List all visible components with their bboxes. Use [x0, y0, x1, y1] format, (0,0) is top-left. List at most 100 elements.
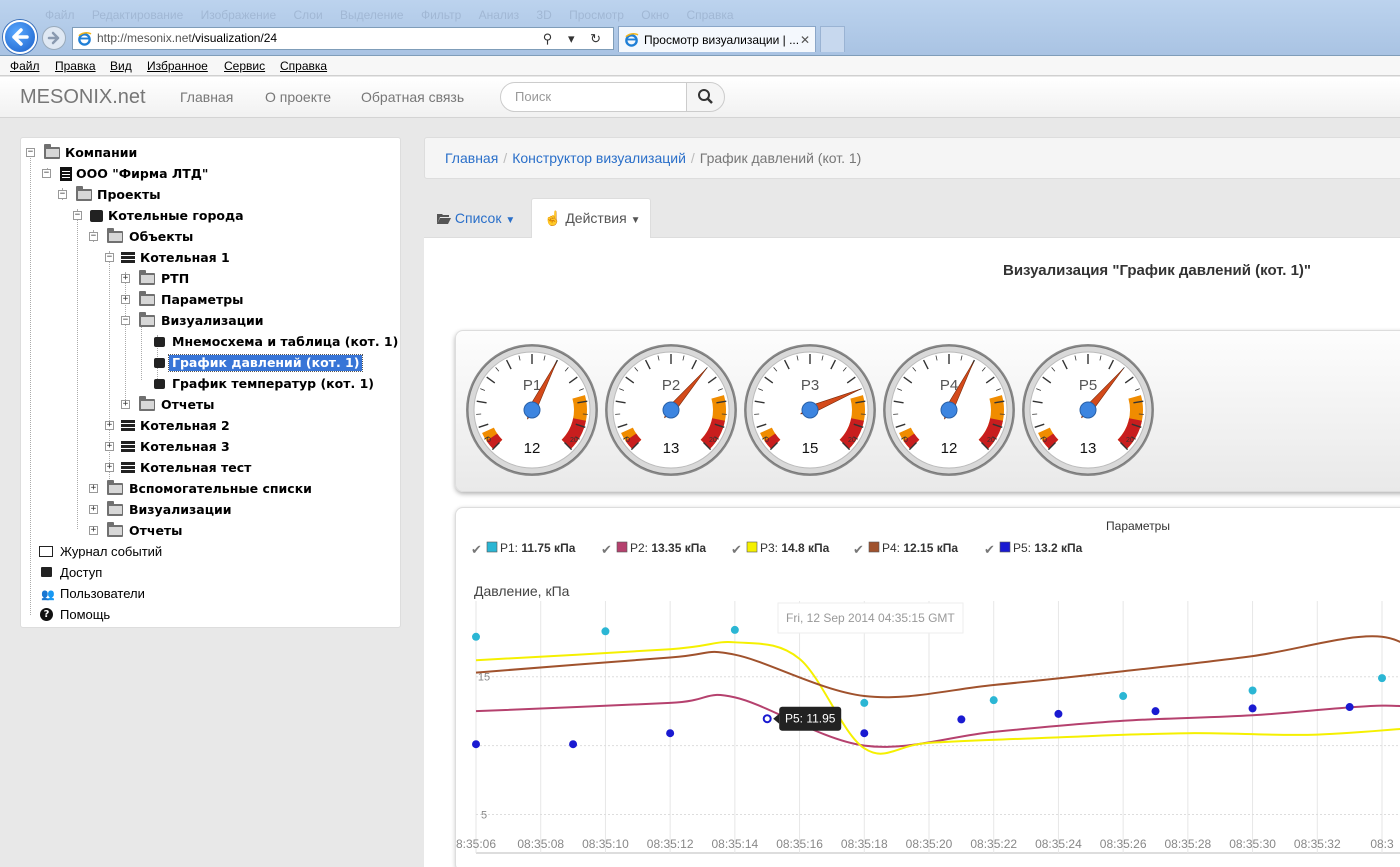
brand-logo[interactable]: MESONIX.net: [20, 86, 146, 109]
gauge-min-label: 0: [487, 437, 491, 444]
search-button[interactable]: [686, 82, 725, 112]
back-button[interactable]: [3, 20, 37, 54]
expand-toggle[interactable]: +: [89, 484, 98, 493]
tree-objects[interactable]: Объекты: [129, 229, 193, 245]
breadcrumb-separator: /: [690, 150, 695, 166]
tree-users[interactable]: Пользователи: [60, 586, 145, 602]
tree-vis-root[interactable]: Визуализации: [129, 502, 232, 518]
breadcrumb-home[interactable]: Главная: [445, 150, 498, 166]
address-bar[interactable]: http://mesonix.net/visualization/24 ⚲ ▾ …: [72, 27, 614, 50]
series-point-p1: [989, 696, 998, 705]
journal-icon: [39, 546, 53, 557]
tree-aux-lists[interactable]: Вспомогательные списки: [129, 481, 312, 497]
tree-root[interactable]: Компании: [65, 145, 137, 161]
collapse-toggle[interactable]: −: [26, 148, 35, 157]
legend-swatch: [616, 541, 628, 553]
nav-feedback[interactable]: Обратная связь: [361, 89, 464, 105]
tree-visualizations[interactable]: Визуализации: [161, 313, 264, 329]
legend-value: 12.15 кПа: [903, 541, 958, 555]
tree-boiler-1[interactable]: Котельная 1: [140, 250, 230, 266]
chart-icon: [154, 337, 165, 347]
expand-toggle[interactable]: +: [105, 463, 114, 472]
tree-vis-mnemo[interactable]: Мнемосхема и таблица (кот. 1): [172, 334, 398, 350]
tree-journal[interactable]: Журнал событий: [60, 544, 162, 560]
expand-toggle[interactable]: +: [105, 442, 114, 451]
dropdown-icon[interactable]: ▾: [568, 31, 581, 46]
legend-value: 13.35 кПа: [651, 541, 706, 555]
nav-home[interactable]: Главная: [180, 89, 233, 105]
tree-projects[interactable]: Проекты: [97, 187, 161, 203]
collapse-toggle[interactable]: −: [121, 316, 130, 325]
legend-item-p2[interactable]: ✔ P2: 13.35 кПа: [601, 541, 706, 558]
legend-label: P3: 14.8 кПа: [760, 541, 830, 555]
menu-edit[interactable]: Правка: [55, 59, 96, 73]
gauge-p2: 0 20 P2 13: [605, 344, 737, 476]
legend-swatch: [868, 541, 880, 553]
collapse-toggle[interactable]: −: [89, 232, 98, 241]
legend-item-p3[interactable]: ✔ P3: 14.8 кПа: [731, 541, 830, 558]
forward-button[interactable]: [42, 26, 66, 50]
tab-title: Просмотр визуализации | ...: [644, 33, 800, 47]
tree-help[interactable]: Помощь: [60, 607, 110, 623]
search-input[interactable]: Поиск: [500, 82, 687, 112]
folder-open-icon: [437, 214, 451, 224]
collapse-toggle[interactable]: −: [58, 190, 67, 199]
series-line-p2: [475, 694, 1400, 748]
menu-favorites[interactable]: Избранное: [147, 59, 208, 73]
gauge-min-label: 0: [765, 437, 769, 444]
checkmark-icon: ✔: [471, 543, 482, 558]
gauge-value: 13: [663, 440, 680, 457]
collapse-toggle[interactable]: −: [73, 211, 82, 220]
tab-list[interactable]: Список ▼: [424, 198, 530, 236]
expand-toggle[interactable]: +: [121, 400, 130, 409]
nav-about[interactable]: О проекте: [265, 89, 331, 105]
browser-tab[interactable]: Просмотр визуализации | ... ✕: [618, 26, 816, 52]
menu-tools[interactable]: Сервис: [224, 59, 265, 73]
expand-toggle[interactable]: +: [105, 421, 114, 430]
tree-vis-pressure[interactable]: График давлений (кот. 1): [167, 354, 364, 372]
gauge-value: 12: [524, 440, 541, 457]
legend-item-p1[interactable]: ✔ P1: 11.75 кПа: [471, 541, 576, 558]
tree-params[interactable]: Параметры: [161, 292, 243, 308]
tree-vis-temperature[interactable]: График температур (кот. 1): [172, 376, 374, 392]
legend-item-p4[interactable]: ✔ P4: 12.15 кПа: [853, 541, 958, 558]
background-app-menu: Файл Редактирование Изображение Слои Выд…: [45, 8, 734, 22]
tree-reports-root[interactable]: Отчеты: [129, 523, 182, 539]
menu-file[interactable]: Файл: [10, 59, 40, 73]
legend-item-p5[interactable]: ✔ P5: 13.2 кПа: [984, 541, 1083, 558]
checkmark-icon: ✔: [601, 543, 612, 558]
gauge-hub: [1079, 401, 1097, 419]
collapse-toggle[interactable]: −: [105, 253, 114, 262]
tree-rtp[interactable]: РТП: [161, 271, 189, 287]
tree-boiler-3[interactable]: Котельная 3: [140, 439, 230, 455]
close-tab-icon[interactable]: ✕: [800, 27, 810, 53]
new-tab-button[interactable]: [820, 26, 845, 52]
tooltip-title: Fri, 12 Sep 2014 04:35:15 GMT: [786, 611, 955, 625]
refresh-icon[interactable]: ↻: [590, 31, 607, 46]
hover-label: P5: 11.95: [773, 706, 842, 731]
series-point-p5: [569, 740, 578, 749]
y-tick-label: 15: [478, 672, 490, 684]
tree-boiler-2[interactable]: Котельная 2: [140, 418, 230, 434]
menu-view[interactable]: Вид: [110, 59, 132, 73]
gauge-min-label: 0: [904, 437, 908, 444]
expand-toggle[interactable]: +: [121, 295, 130, 304]
tree-boiler-test[interactable]: Котельная тест: [140, 460, 251, 476]
checkmark-icon: ✔: [984, 543, 995, 558]
collapse-toggle[interactable]: −: [42, 169, 51, 178]
tree-access[interactable]: Доступ: [60, 565, 102, 581]
inbox-icon: [90, 210, 103, 222]
menu-help[interactable]: Справка: [280, 59, 327, 73]
series-point-p1: [730, 625, 739, 634]
expand-toggle[interactable]: +: [121, 274, 130, 283]
tree-project[interactable]: Котельные города: [108, 208, 244, 224]
breadcrumb-constructor[interactable]: Конструктор визуализаций: [512, 150, 686, 166]
x-tick-label: 08:35:16: [776, 837, 823, 851]
tree-reports[interactable]: Отчеты: [161, 397, 214, 413]
search-icon[interactable]: ⚲: [543, 31, 559, 46]
tab-actions[interactable]: ☝ Действия ▼: [531, 198, 651, 238]
tab-actions-label: Действия: [565, 210, 627, 226]
expand-toggle[interactable]: +: [89, 505, 98, 514]
tree-company[interactable]: ООО "Фирма ЛТД": [76, 166, 208, 182]
expand-toggle[interactable]: +: [89, 526, 98, 535]
